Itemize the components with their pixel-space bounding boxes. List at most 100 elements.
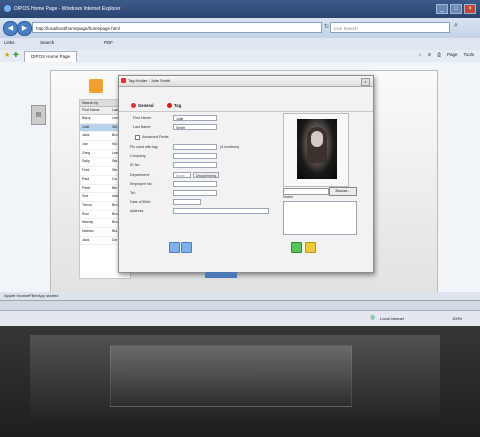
user-last-name: Bro [112,202,118,207]
favorites-star-icon[interactable]: ★ [4,51,10,59]
zone-text: Local intranet [380,316,405,321]
cancel-button[interactable] [305,242,316,253]
pin-hint: (4 numbers) [220,145,240,149]
search-input[interactable]: Live Search [330,22,450,33]
tel-field[interactable] [173,190,217,196]
app-bottom-strip [205,272,237,278]
user-first-name: Wendy [82,220,94,225]
close-button[interactable]: × [464,4,476,14]
user-first-name: Greg [82,150,90,155]
user-last-name: Wa [112,159,118,164]
links-search-item[interactable]: Search [40,40,54,45]
maximize-button[interactable]: □ [450,4,462,14]
minimize-button[interactable]: _ [436,4,448,14]
company-label: Company: [130,154,147,158]
first-name-column[interactable]: First Name [80,107,112,114]
add-favorites-icon[interactable]: ✚ [13,51,19,59]
refresh-icon[interactable]: ↻ [324,23,329,30]
feeds-icon[interactable]: ≋ [428,52,432,58]
home-icon[interactable]: ⌂ [419,52,422,58]
user-last-name: Dix [112,237,118,242]
dialog-title-bar: Tag Holder : Julie Smith × [119,76,373,87]
photo-frame [283,113,349,187]
user-first-name: Paul [82,176,90,181]
user-first-name: Nathan [82,228,94,233]
browse-button[interactable]: Browse... [329,187,357,196]
expand-sidebar-button[interactable]: ▤ [31,105,46,125]
tag-icon [167,103,172,108]
zoom-level[interactable]: 100% [452,311,462,326]
user-last-name: Bro [112,211,118,216]
user-last-name: Ble [112,185,118,190]
applet-status-bar: Applet InvoiceFilterApp started [0,292,480,300]
user-last-name: Bla [112,228,118,233]
notes-field[interactable] [283,201,357,235]
first-name-label: First Name: [133,116,152,120]
next-button[interactable] [181,242,192,253]
links-label: Links [4,40,15,45]
employee-field[interactable] [173,181,217,187]
dialog-icon [121,78,126,83]
status-text: Applet InvoiceFilterApp started [4,293,59,298]
pin-label: Pin used with tag: [130,145,159,149]
last-name-field[interactable]: Smith [173,124,217,130]
user-first-name: Rod [82,211,89,216]
reflection-window [110,345,352,407]
page-menu[interactable]: Page [447,52,458,58]
department-label: Department: [130,173,150,177]
tab-tag[interactable]: Tag [167,101,181,110]
departments-button[interactable]: Departments [193,172,219,178]
user-first-name: Barry [82,116,91,120]
user-first-name: Fred [82,168,90,173]
id-field[interactable] [173,162,217,168]
user-last-name: Ste [112,168,118,173]
forward-button[interactable]: ▶ [17,21,32,36]
user-first-name: Jack [82,133,90,138]
status-bar-zone: ◍ Local intranet 100% [0,310,480,326]
advanced-fields-label: Advanced Fields [142,135,169,139]
address-field[interactable] [173,208,269,214]
tel-label: Tel: [130,191,136,195]
window-title: DIPOS Home Page - Windows Internet Explo… [14,6,121,12]
previous-button[interactable] [169,242,180,253]
tools-menu[interactable]: Tools [463,52,474,58]
company-field[interactable] [173,153,217,159]
first-name-field[interactable]: Julie [173,115,217,121]
address-bar[interactable]: http://localhost/homepage/homepage.html [32,22,322,33]
notes-label: Notes: [283,195,294,199]
tab-general[interactable]: General [131,101,154,110]
user-first-name: Julie [82,124,90,129]
back-button[interactable]: ◀ [3,21,18,36]
last-name-label: Last Name: [133,125,152,129]
user-icon [131,103,136,108]
user-first-name: Sue [82,194,89,199]
dob-field[interactable] [173,199,201,205]
links-pdf-item[interactable]: PDF [104,40,113,45]
id-label: ID No: [130,163,141,167]
photo-path-field[interactable] [283,188,329,195]
address-row: ◀ ▶ http://localhost/homepage/homepage.h… [0,18,480,38]
user-icon [89,79,103,93]
department-select[interactable]: None [173,172,191,178]
dialog-title: Tag Holder : Julie Smith [128,78,171,83]
user-first-name: Jack [82,237,90,242]
user-last-name: Ca [112,176,117,181]
print-icon[interactable]: ⎙ [437,52,441,58]
user-last-name: Bro [112,220,118,225]
user-last-name: Bro [112,133,118,138]
pin-field[interactable] [173,144,217,150]
tag-holder-dialog: Tag Holder : Julie Smith × General Tag F… [118,75,374,273]
ie-icon [4,5,11,12]
dialog-close-button[interactable]: × [361,78,370,86]
user-photo [297,119,337,179]
search-icon[interactable]: ⌕ [454,22,458,30]
tab-general-label: General [138,103,154,108]
save-button[interactable] [291,242,302,253]
browser-window: DIPOS Home Page - Windows Internet Explo… [0,0,480,326]
globe-icon: ◍ [370,315,376,321]
user-last-name: Sm [112,124,118,129]
advanced-fields-checkbox[interactable] [135,135,140,140]
title-bar: DIPOS Home Page - Windows Internet Explo… [0,0,480,18]
user-first-name: Joe [82,142,88,147]
dob-label: Date of Birth: [130,200,151,204]
